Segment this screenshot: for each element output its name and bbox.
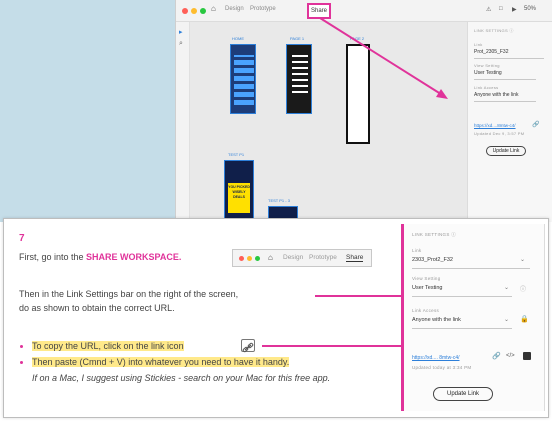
inline-tab-design: Design	[283, 254, 304, 261]
link-icon	[241, 339, 255, 353]
instruction-card: 7 First, go into the SHARE WORKSPACE. ⌂ …	[3, 218, 549, 418]
update-link-button[interactable]: Update Link	[433, 387, 493, 401]
home-icon: ⌂	[268, 253, 273, 262]
share-link[interactable]: https://xd.... 8mtw-c4/	[412, 355, 460, 361]
pointer-arrow	[319, 17, 448, 99]
instruction-line-3: do as shown to obtain the correct URL.	[19, 303, 175, 313]
step-number: 7	[19, 233, 25, 244]
instruction-line-2: Then in the Link Settings bar on the rig…	[19, 289, 239, 299]
view-setting-select[interactable]: User Testing	[412, 285, 442, 291]
inline-tab-share: Share	[346, 254, 364, 262]
connector-line	[315, 295, 403, 297]
link-settings-panel: LINK SETTINGS ⓘ Link 2303_Prot2_F32 ⌄ Vi…	[401, 224, 545, 411]
chevron-down-icon[interactable]: ⌄	[520, 256, 525, 263]
bullet-paste: Then paste (Cmnd + V) into whatever you …	[32, 357, 290, 367]
inline-toolbar-image: ⌂ Design Prototype Share	[232, 249, 372, 267]
minimize-dot	[247, 256, 252, 261]
link-icon[interactable]: 🔗	[492, 352, 501, 360]
info-icon[interactable]: ⓘ	[520, 284, 526, 293]
chevron-down-icon[interactable]: ⌄	[504, 316, 509, 323]
inline-tab-prototype: Prototype	[309, 254, 337, 261]
intro-prefix: First, go into the	[19, 252, 87, 262]
mac-note: If on a Mac, I suggest using Stickies - …	[32, 373, 331, 383]
embed-icon[interactable]: </>	[506, 353, 515, 359]
bullet-dot	[20, 361, 23, 364]
connector-line	[262, 345, 410, 347]
bullet-copy-url: To copy the URL, click on the link icon	[32, 341, 184, 351]
panel-section-title: LINK SETTINGS ⓘ	[412, 232, 457, 237]
chevron-down-icon[interactable]: ⌄	[504, 284, 509, 291]
link-access-select[interactable]: Anyone with the link	[412, 317, 461, 323]
link-access-label: Link Access	[412, 308, 440, 313]
share-workspace-highlight: SHARE WORKSPACE.	[86, 252, 182, 262]
view-setting-label: View Setting	[412, 276, 441, 281]
link-name-label: Link	[412, 248, 422, 253]
lock-icon[interactable]: 🔒	[520, 315, 529, 323]
close-dot	[239, 256, 244, 261]
maximize-dot	[255, 256, 260, 261]
updated-time: Updated today at 3:34 PM	[412, 365, 472, 370]
app-icon[interactable]	[523, 352, 531, 360]
step-intro-line: First, go into the SHARE WORKSPACE.	[19, 252, 181, 262]
link-name-field[interactable]: 2303_Prot2_F32	[412, 257, 453, 263]
bullet-dot	[20, 345, 23, 348]
